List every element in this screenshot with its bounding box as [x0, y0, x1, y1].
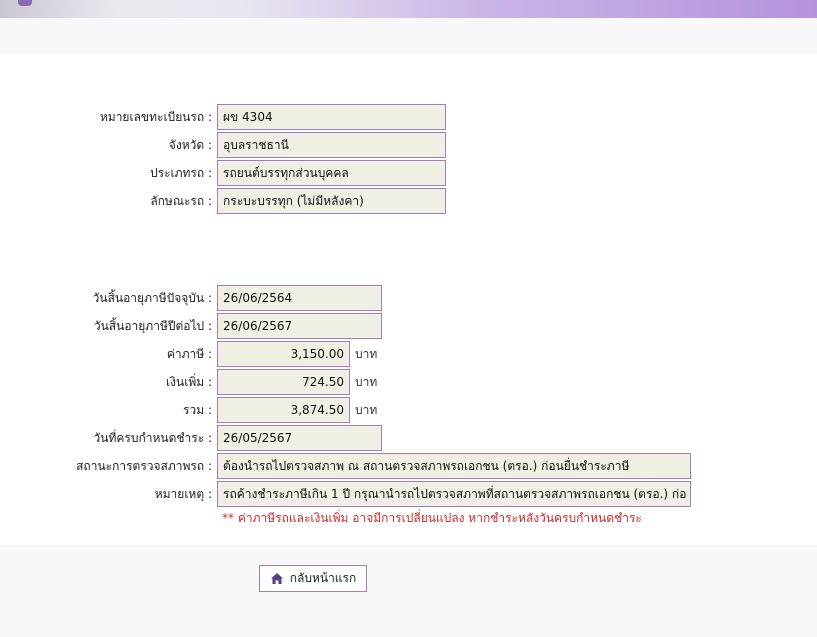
province-field[interactable]: อุบลราชธานี	[217, 132, 446, 158]
penalty-label: เงินเพิ่ม :	[166, 375, 212, 389]
total-amount-field[interactable]: 3,874.50	[217, 397, 350, 423]
current-expiry-field[interactable]: 26/06/2564	[217, 285, 382, 311]
remark-label: หมายเหตุ :	[154, 487, 212, 501]
back-home-button[interactable]: กลับหน้าแรก	[259, 565, 367, 592]
tax-row: ค่าภาษี :	[0, 341, 212, 367]
remark-row: หมายเหตุ :	[0, 481, 212, 507]
total-label: รวม :	[183, 403, 212, 417]
footer-band	[0, 545, 817, 637]
due-date-label: วันที่ครบกำหนดชำระ :	[93, 431, 212, 445]
inspection-row: สถานะการตรวจสภาพรถ :	[0, 453, 212, 479]
back-home-label: กลับหน้าแรก	[289, 571, 357, 585]
penalty-unit: บาท	[355, 375, 378, 389]
style-row: ลักษณะรถ :	[0, 188, 212, 214]
due-date-row: วันที่ครบกำหนดชำระ :	[0, 425, 212, 451]
top-banner	[0, 0, 817, 18]
remark-field[interactable]: รถค้างชำระภาษีเกิน 1 ปี กรุณานำรถไปตรวจส…	[217, 481, 691, 507]
total-unit: บาท	[355, 403, 378, 417]
plate-field[interactable]: ผข 4304	[217, 104, 446, 130]
tax-amount-field[interactable]: 3,150.00	[217, 341, 350, 367]
current-expiry-row: วันสิ้นอายุภาษีปัจจุบัน :	[0, 285, 212, 311]
home-icon	[270, 573, 283, 584]
tax-unit: บาท	[355, 347, 378, 361]
header-band	[0, 18, 817, 54]
inspection-status-field[interactable]: ต้องนำรถไปตรวจสภาพ ณ สถานตรวจสภาพรถเอกชน…	[217, 453, 691, 479]
type-label: ประเภทรถ :	[150, 166, 212, 180]
style-field[interactable]: กระบะบรรทุก (ไม่มีหลังคา)	[217, 188, 446, 214]
next-expiry-field[interactable]: 26/06/2567	[217, 313, 382, 339]
total-row: รวม :	[0, 397, 212, 423]
plate-row: หมายเลขทะเบียนรถ :	[0, 104, 212, 130]
banner-swoosh	[0, 0, 260, 18]
style-label: ลักษณะรถ :	[150, 194, 212, 208]
next-expiry-label: วันสิ้นอายุภาษีปีต่อไป :	[93, 319, 212, 333]
due-date-field[interactable]: 26/05/2567	[217, 425, 382, 451]
province-label: จังหวัด :	[168, 138, 212, 152]
type-row: ประเภทรถ :	[0, 160, 212, 186]
price-change-note: ** ค่าภาษีรถและเงินเพิ่ม อาจมีการเปลี่ยน…	[222, 511, 642, 525]
inspection-label: สถานะการตรวจสภาพรถ :	[76, 459, 212, 473]
tax-label: ค่าภาษี :	[166, 347, 212, 361]
type-field[interactable]: รถยนต์บรรทุกส่วนบุคคล	[217, 160, 446, 186]
penalty-amount-field[interactable]: 724.50	[217, 369, 350, 395]
next-expiry-row: วันสิ้นอายุภาษีปีต่อไป :	[0, 313, 212, 339]
current-expiry-label: วันสิ้นอายุภาษีปัจจุบัน :	[92, 291, 212, 305]
plate-label: หมายเลขทะเบียนรถ :	[99, 110, 212, 124]
penalty-row: เงินเพิ่ม :	[0, 369, 212, 395]
logo-icon	[18, 0, 32, 6]
province-row: จังหวัด :	[0, 132, 212, 158]
